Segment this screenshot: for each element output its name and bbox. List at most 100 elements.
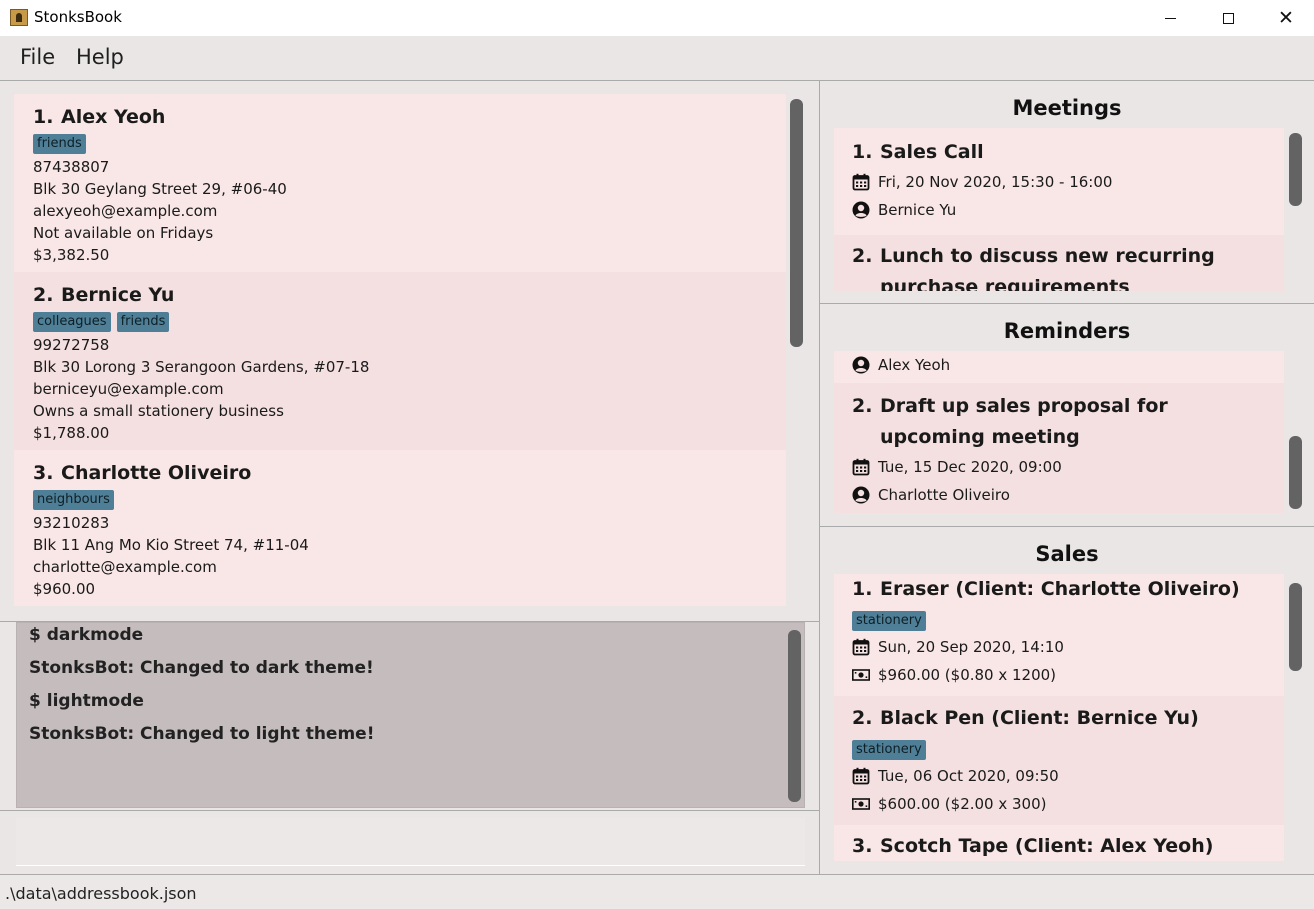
person-phone: 93210283 <box>33 514 110 532</box>
meeting-title: 1. Sales Call <box>852 137 1266 168</box>
person-icon <box>852 201 870 219</box>
reminders-title: Reminders <box>1003 319 1131 343</box>
person-card[interactable]: 1. Alex Yeoh friends 87438807 Blk 30 Geyl… <box>14 94 786 272</box>
tag: friends <box>33 134 86 154</box>
person-address: Blk 11 Ang Mo Kio Street 74, #11-04 <box>33 536 309 554</box>
menu-file[interactable]: File <box>20 45 55 69</box>
person-email: berniceyu@example.com <box>33 380 224 398</box>
sale-index: 3. <box>852 835 873 857</box>
sale-title-text: Scotch Tape (Client: Alex Yeoh) <box>880 835 1214 857</box>
person-list-scrollbar[interactable] <box>790 99 803 347</box>
command-input[interactable] <box>16 818 805 866</box>
person-email: alexyeoh@example.com <box>33 202 218 220</box>
person-address: Blk 30 Geylang Street 29, #06-40 <box>33 180 287 198</box>
sale-title-text: Black Pen (Client: Bernice Yu) <box>880 707 1199 729</box>
person-list[interactable]: 1. Alex Yeoh friends 87438807 Blk 30 Geyl… <box>14 94 786 606</box>
result-display[interactable]: $ darkmode StonksBot: Changed to dark th… <box>16 622 805 808</box>
amount-text: $600.00 ($2.00 x 300) <box>878 795 1047 813</box>
person-card[interactable]: 2. Bernice Yu colleagues friends 99272758 … <box>14 272 786 450</box>
sale-card[interactable]: 3. Scotch Tape (Client: Alex Yeoh) <box>834 825 1284 861</box>
title-bar: StonksBook ✕ <box>0 0 1314 36</box>
maximize-icon <box>1222 12 1234 24</box>
person-email: charlotte@example.com <box>33 558 217 576</box>
person-index: 2. <box>33 284 54 306</box>
tag-list: friends <box>33 132 768 156</box>
person-name: 2. Bernice Yu <box>33 282 768 308</box>
sale-title: 1. Eraser (Client: Charlotte Oliveiro) <box>852 574 1266 605</box>
sale-index: 1. <box>852 578 873 600</box>
minimize-button[interactable] <box>1141 0 1199 36</box>
reminder-list[interactable]: Alex Yeoh 2. Draft up sales proposal for … <box>834 351 1284 513</box>
meeting-scrollbar[interactable] <box>1289 133 1302 206</box>
money-icon <box>852 666 870 684</box>
person-name-text: Alex Yeoh <box>61 106 166 128</box>
meeting-list[interactable]: 1. Sales Call Fri, 20 Nov 2020, 15:30 - 1… <box>834 128 1284 291</box>
money-icon <box>852 795 870 813</box>
status-bar: .\data\addressbook.json <box>0 875 1314 909</box>
close-button[interactable]: ✕ <box>1257 0 1314 36</box>
calendar-icon <box>852 767 870 785</box>
meeting-title: 2. Lunch to discuss new recurring purchas… <box>852 241 1266 291</box>
person-icon <box>852 356 870 374</box>
sale-title: 3. Scotch Tape (Client: Alex Yeoh) <box>852 831 1266 861</box>
reminder-card[interactable]: Alex Yeoh <box>834 351 1284 383</box>
reminder-title: 2. Draft up sales proposal for upcoming m… <box>852 391 1266 453</box>
meeting-datetime: Fri, 20 Nov 2020, 15:30 - 16:00 <box>852 168 1266 196</box>
contact-text: Charlotte Oliveiro <box>878 486 1010 504</box>
tag-list: stationery <box>852 738 1266 762</box>
tag: stationery <box>852 740 926 760</box>
meeting-title-text: Sales Call <box>880 141 984 163</box>
person-total: $960.00 <box>33 580 96 598</box>
sale-scrollbar[interactable] <box>1289 583 1302 671</box>
result-scrollbar[interactable] <box>788 630 801 802</box>
calendar-icon <box>852 458 870 476</box>
reminder-title-text: Draft up sales proposal for upcoming mee… <box>880 395 1168 448</box>
sale-card[interactable]: 2. Black Pen (Client: Bernice Yu) station… <box>834 696 1284 825</box>
person-name-text: Bernice Yu <box>61 284 175 306</box>
person-phone: 99272758 <box>33 336 110 354</box>
reminder-card[interactable]: 2. Draft up sales proposal for upcoming m… <box>834 383 1284 513</box>
calendar-icon <box>852 173 870 191</box>
person-card[interactable]: 3. Charlotte Oliveiro neighbours 93210283… <box>14 450 786 606</box>
result-line: StonksBot: Changed to light theme! <box>29 724 375 744</box>
minimize-icon <box>1164 17 1176 19</box>
tag: friends <box>116 312 170 332</box>
reminder-scrollbar[interactable] <box>1289 436 1302 509</box>
datetime-text: Tue, 06 Oct 2020, 09:50 <box>878 767 1059 785</box>
datetime-text: Tue, 15 Dec 2020, 09:00 <box>878 458 1062 476</box>
sale-amount: $960.00 ($0.80 x 1200) <box>852 661 1266 689</box>
person-phone: 87438807 <box>33 158 110 176</box>
person-remark: Owns a small stationery business <box>33 402 284 420</box>
meeting-index: 2. <box>852 245 873 267</box>
contact-text: Bernice Yu <box>878 201 957 219</box>
meeting-contact: Bernice Yu <box>852 196 1266 224</box>
datetime-text: Fri, 20 Nov 2020, 15:30 - 16:00 <box>878 173 1113 191</box>
divider <box>0 80 1314 81</box>
person-icon <box>852 486 870 504</box>
sale-title: 2. Black Pen (Client: Bernice Yu) <box>852 703 1266 734</box>
person-index: 3. <box>33 462 54 484</box>
meetings-title: Meetings <box>1012 96 1122 120</box>
sale-title-text: Eraser (Client: Charlotte Oliveiro) <box>880 578 1240 600</box>
tag-list: neighbours <box>33 488 768 512</box>
meeting-card[interactable]: 1. Sales Call Fri, 20 Nov 2020, 15:30 - 1… <box>834 128 1284 235</box>
sale-list[interactable]: 1. Eraser (Client: Charlotte Oliveiro) st… <box>834 574 1284 861</box>
tag: colleagues <box>33 312 111 332</box>
contact-text: Alex Yeoh <box>878 356 951 374</box>
menu-help[interactable]: Help <box>76 45 124 69</box>
person-total: $3,382.50 <box>33 246 110 264</box>
person-index: 1. <box>33 106 54 128</box>
maximize-button[interactable] <box>1199 0 1257 36</box>
tag: stationery <box>852 611 926 631</box>
amount-text: $960.00 ($0.80 x 1200) <box>878 666 1057 684</box>
person-name-text: Charlotte Oliveiro <box>61 462 252 484</box>
sale-card[interactable]: 1. Eraser (Client: Charlotte Oliveiro) st… <box>834 574 1284 696</box>
app-logo-icon <box>10 9 28 26</box>
calendar-icon <box>852 638 870 656</box>
meeting-card[interactable]: 2. Lunch to discuss new recurring purchas… <box>834 235 1284 291</box>
divider <box>0 810 819 811</box>
tag-list: stationery <box>852 609 1266 633</box>
meeting-index: 1. <box>852 141 873 163</box>
menu-bar: File Help <box>0 36 1314 80</box>
save-location: .\data\addressbook.json <box>5 884 197 903</box>
